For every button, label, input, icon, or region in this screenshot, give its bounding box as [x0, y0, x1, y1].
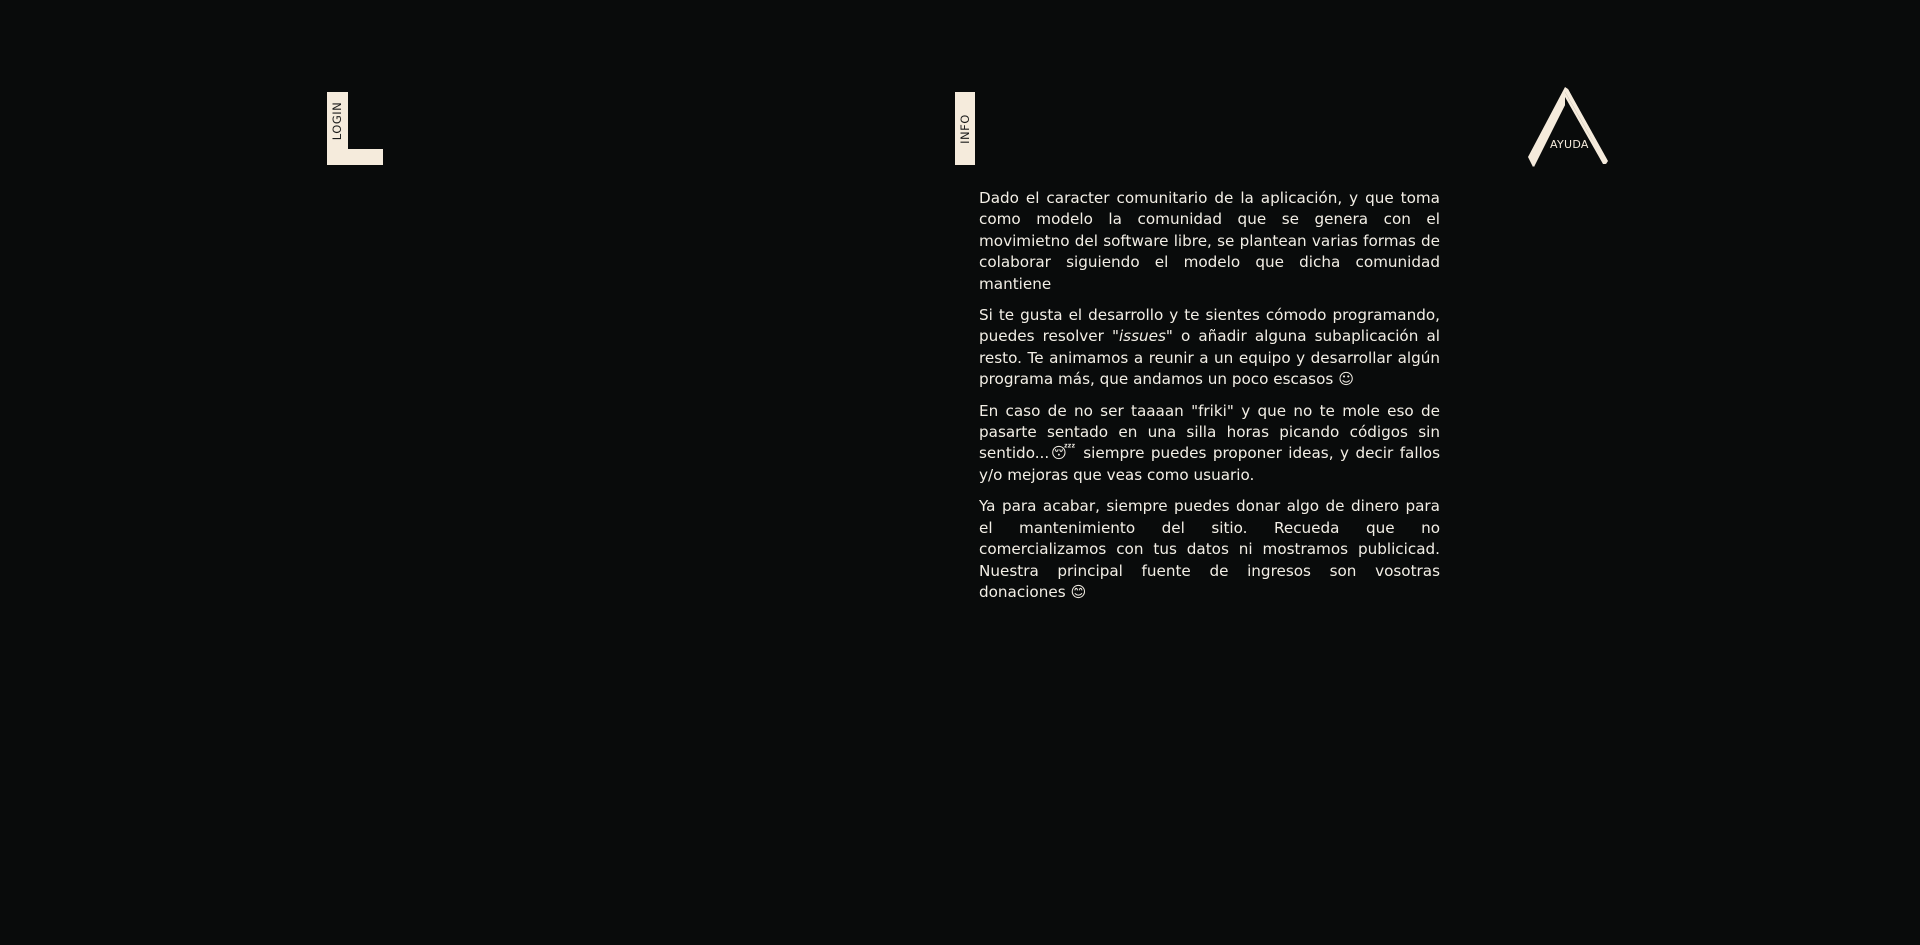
info-paragraph-4: Ya para acabar, siempre puedes donar alg…: [979, 497, 1440, 601]
login-label-wrap: LOGIN: [327, 92, 348, 149]
letter-a-icon: [1528, 87, 1608, 167]
issues-term: issues: [1118, 327, 1166, 346]
info-nav-button[interactable]: INFO: [955, 92, 975, 165]
login-label: LOGIN: [330, 101, 345, 140]
info-paragraph-2: Si te gusta el desarrollo y te sientes c…: [979, 305, 1440, 391]
info-label: INFO: [958, 113, 973, 144]
page: LOGIN INFO AYUDA Dado el caracter comuni…: [0, 0, 1920, 945]
ayuda-label: AYUDA: [1550, 138, 1589, 151]
info-paragraph-1: Dado el caracter comunitario de la aplic…: [979, 189, 1440, 293]
login-letter-l-horizontal: [327, 149, 383, 165]
ayuda-nav-button[interactable]: AYUDA: [1528, 87, 1608, 167]
info-label-wrap: INFO: [955, 92, 975, 165]
info-text-block: Dado el caracter comunitario de la aplic…: [979, 188, 1440, 613]
login-nav-button[interactable]: LOGIN: [327, 92, 383, 165]
info-paragraph-3: En caso de no ser taaaan "friki" y que n…: [979, 401, 1440, 484]
